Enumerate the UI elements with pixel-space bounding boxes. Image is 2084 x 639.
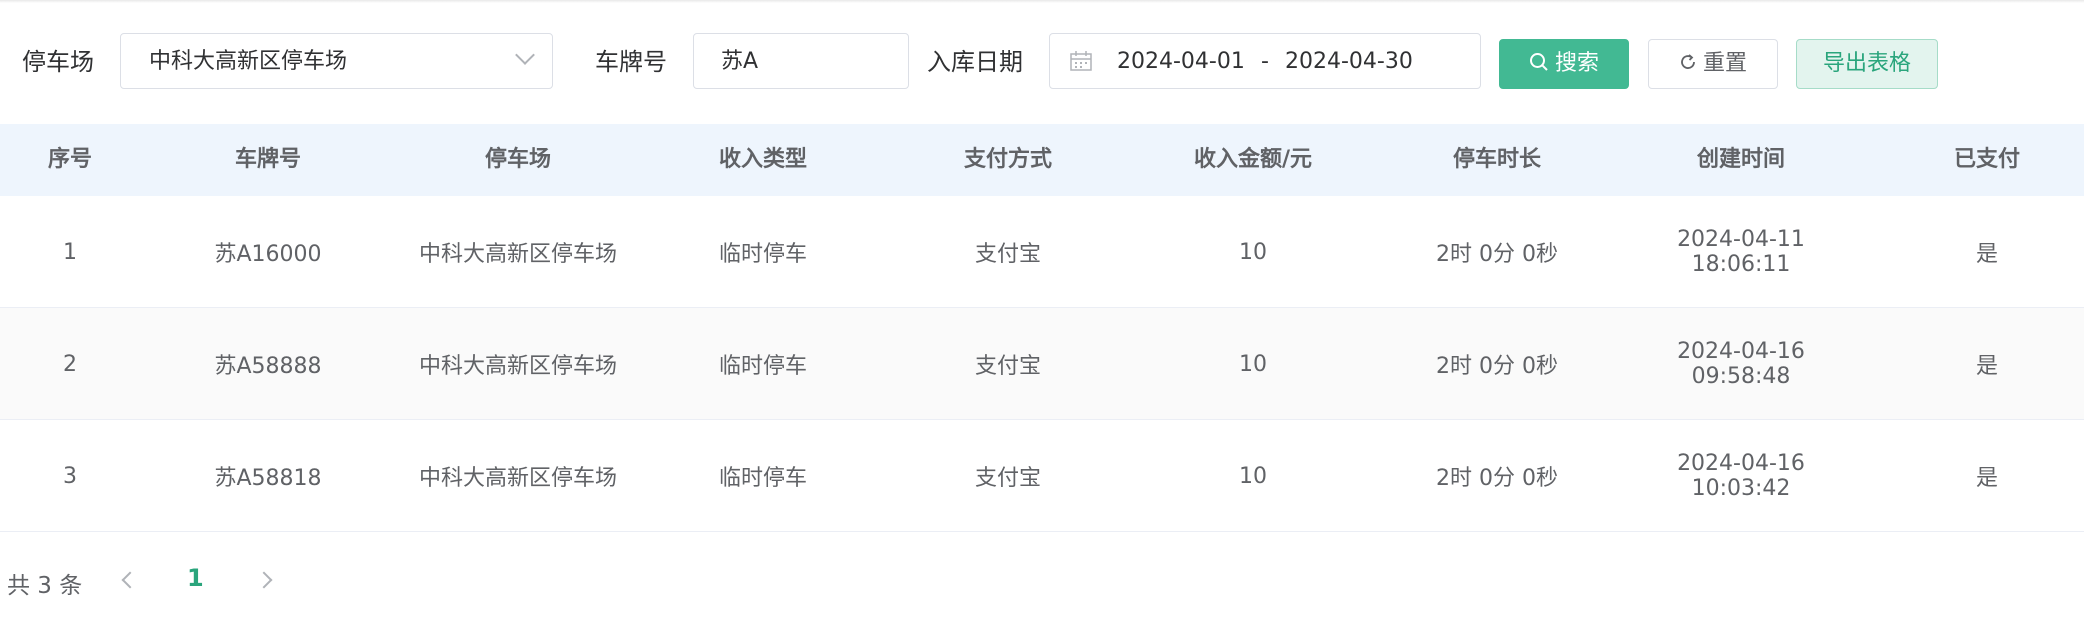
created-time: 2024-04-11 18:06:11: [1677, 227, 1805, 277]
cell-paid: 是: [1975, 354, 1998, 379]
page-number[interactable]: 1: [187, 564, 204, 592]
plate-input[interactable]: 苏A: [693, 33, 909, 89]
cell-parking: 中科大高新区停车场: [418, 354, 617, 379]
column-header: 停车场: [484, 147, 551, 172]
search-button-label: 搜索: [1554, 51, 1599, 76]
cell-plate: 苏A16000: [214, 242, 322, 267]
column-header: 支付方式: [963, 147, 1052, 172]
search-button[interactable]: 搜索: [1499, 39, 1629, 89]
cell-duration: 2时 0分 0秒: [1436, 466, 1558, 491]
calendar-icon: [1070, 51, 1092, 71]
cell-amount: 10: [1239, 239, 1267, 265]
cell-income-type: 临时停车: [718, 242, 807, 267]
plate-label: 车牌号: [595, 48, 667, 76]
cell-payment: 支付宝: [974, 466, 1041, 491]
income-table: 序号 车牌号 停车场 收入类型 支付方式 收入金额/元 停车时长 创建时间 已支…: [0, 124, 2084, 532]
table-row: 1 苏A16000 中科大高新区停车场 临时停车 支付宝 10 2时 0分 0秒…: [0, 196, 2084, 308]
plate-input-value: 苏A: [721, 49, 759, 74]
reset-button-label: 重置: [1702, 51, 1747, 76]
column-header: 创建时间: [1696, 147, 1785, 172]
cell-duration: 2时 0分 0秒: [1436, 354, 1558, 379]
cell-index: 1: [63, 239, 77, 265]
chevron-right-icon[interactable]: [255, 571, 273, 589]
cell-payment: 支付宝: [974, 354, 1041, 379]
cell-index: 3: [63, 463, 77, 489]
table-header: 序号 车牌号 停车场 收入类型 支付方式 收入金额/元 停车时长 创建时间 已支…: [0, 124, 2084, 196]
table-row: 2 苏A58888 中科大高新区停车场 临时停车 支付宝 10 2时 0分 0秒…: [0, 308, 2084, 420]
cell-paid: 是: [1975, 242, 1998, 267]
date-end[interactable]: 2024-04-30: [1285, 47, 1413, 77]
total-count: 共 3 条: [7, 573, 83, 599]
pagination: 共 3 条 1: [0, 560, 400, 600]
export-button-label: 导出表格: [1822, 51, 1911, 76]
cell-amount: 10: [1239, 463, 1267, 489]
date-start[interactable]: 2024-04-01: [1117, 47, 1245, 77]
column-header: 收入类型: [718, 147, 807, 172]
cell-duration: 2时 0分 0秒: [1436, 242, 1558, 267]
column-header: 车牌号: [234, 147, 301, 172]
column-header: 序号: [47, 147, 92, 172]
refresh-icon: [1681, 54, 1695, 69]
created-time: 2024-04-16 10:03:42: [1677, 451, 1805, 501]
cell-parking: 中科大高新区停车场: [418, 466, 617, 491]
export-button[interactable]: 导出表格: [1796, 39, 1938, 89]
filter-bar: 停车场 中科大高新区停车场 车牌号 苏A 入库日期 2024-04-01 - 2…: [0, 32, 2084, 94]
cell-paid: 是: [1975, 466, 1998, 491]
date-range-picker[interactable]: 2024-04-01 - 2024-04-30: [1049, 33, 1481, 89]
reset-button[interactable]: 重置: [1648, 39, 1778, 89]
cell-created: 2024-04-11 18:06:11: [1641, 196, 1841, 308]
cell-parking: 中科大高新区停车场: [418, 242, 617, 267]
parking-label: 停车场: [22, 48, 94, 76]
created-time: 2024-04-16 09:58:48: [1677, 339, 1805, 389]
column-header: 收入金额/元: [1193, 147, 1313, 172]
chevron-down-icon: [515, 45, 535, 65]
cell-plate: 苏A58888: [214, 354, 322, 379]
table-row: 3 苏A58818 中科大高新区停车场 临时停车 支付宝 10 2时 0分 0秒…: [0, 420, 2084, 532]
cell-created: 2024-04-16 10:03:42: [1641, 420, 1841, 532]
cell-payment: 支付宝: [974, 242, 1041, 267]
cell-index: 2: [63, 351, 77, 377]
date-separator: -: [1261, 49, 1269, 74]
cell-income-type: 临时停车: [718, 354, 807, 379]
parking-select[interactable]: 中科大高新区停车场: [120, 33, 553, 89]
chevron-left-icon[interactable]: [121, 571, 139, 589]
cell-income-type: 临时停车: [718, 466, 807, 491]
column-header: 停车时长: [1452, 147, 1541, 172]
cell-amount: 10: [1239, 351, 1267, 377]
column-header: 已支付: [1953, 147, 2020, 172]
parking-select-value: 中科大高新区停车场: [149, 49, 348, 74]
search-icon: [1529, 53, 1548, 71]
date-label: 入库日期: [927, 48, 1023, 76]
cell-plate: 苏A58818: [214, 466, 322, 491]
cell-created: 2024-04-16 09:58:48: [1641, 308, 1841, 420]
top-shadow: [0, 0, 2084, 3]
